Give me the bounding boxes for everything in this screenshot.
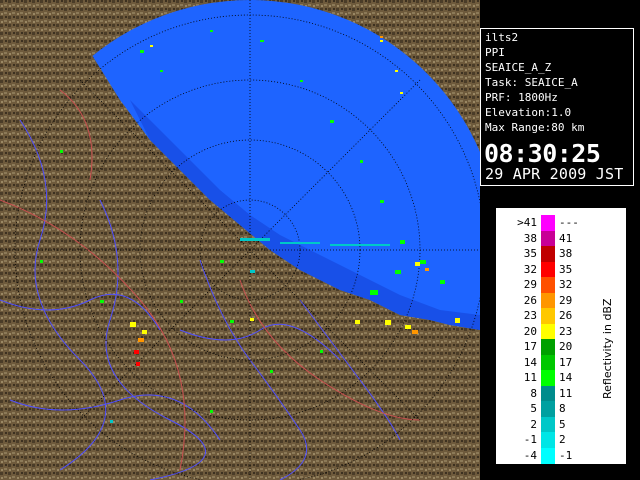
legend-color-swatch [541,385,555,402]
legend-high-value: 20 [559,340,573,353]
legend-low-value: 32 [523,262,537,276]
legend-color-swatch [541,447,555,464]
legend-high-value: 29 [559,293,573,307]
legend-color-swatch [541,416,555,433]
legend-high-value: 32 [559,278,573,291]
legend-color-swatch [541,230,555,247]
scan-date: 29 APR 2009 JST [485,165,624,183]
legend-low-value: 38 [523,231,537,245]
legend-high-value: 8 [559,402,566,415]
task-name: Task: SEAICE_A [485,76,578,89]
legend-high-value: 26 [559,309,573,322]
radar-map-svg [0,0,480,480]
scan-time: 08:30:25 [484,139,601,168]
legend-high-value: 38 [559,247,573,260]
legend-color-swatch [541,354,555,371]
legend-color-swatch [541,215,555,231]
legend-high-value: 5 [559,417,566,431]
legend-color-swatch [541,261,555,278]
scan-info-box: ilts2 PPI SEAICE_A_Z Task: SEAICE_A PRF:… [480,28,634,186]
legend-low-value: -1 [523,433,537,446]
legend-high-value: --- [559,216,579,229]
scan-type: PPI [485,46,505,59]
legend-color-swatch [541,370,555,386]
legend-low-value: 20 [523,324,537,338]
legend-title: Reflectivity in dBZ [601,298,614,399]
legend-high-value: 17 [559,355,573,369]
legend-low-value: 29 [523,278,537,291]
legend-high-value: 14 [559,371,573,384]
legend-color-swatch [541,339,555,355]
legend-low-value: -4 [523,448,537,462]
legend-color-swatch [541,292,555,309]
prf-value: PRF: 1800Hz [485,91,558,104]
legend-color-swatch [541,246,555,262]
max-range-value: Max Range:80 km [485,121,585,134]
legend-high-value: 11 [559,386,573,400]
radar-name: ilts2 [485,31,519,44]
legend-low-value: >41 [517,216,537,229]
legend-low-value: 35 [523,247,537,260]
legend-low-value: 11 [523,371,537,384]
legend-low-value: 5 [530,402,537,415]
elevation-value: Elevation:1.0 [485,106,572,119]
legend-low-value: 14 [523,355,537,369]
product-name: SEAICE_A_Z [485,61,552,74]
legend-low-value: 17 [523,340,537,353]
legend-low-value: 2 [530,417,537,431]
legend-low-value: 26 [523,293,537,307]
legend-color-swatch [541,432,555,448]
reflectivity-legend: >41 --- 38 41 35 38 32 35 29 32 26 29 23 26 20 23 17 20 14… [496,208,626,464]
legend-high-value: 2 [559,433,566,446]
legend-high-value: 41 [559,231,573,245]
legend-color-swatch [541,308,555,324]
legend-low-value: 8 [530,386,537,400]
legend-high-value: 35 [559,262,573,276]
legend-color-swatch [541,401,555,417]
legend-color-swatch [541,277,555,293]
legend-low-value: 23 [523,309,537,322]
legend-color-swatch [541,323,555,340]
radar-ppi-view[interactable] [0,0,480,480]
legend-high-value: -1 [559,448,573,462]
legend-high-value: 23 [559,324,573,338]
